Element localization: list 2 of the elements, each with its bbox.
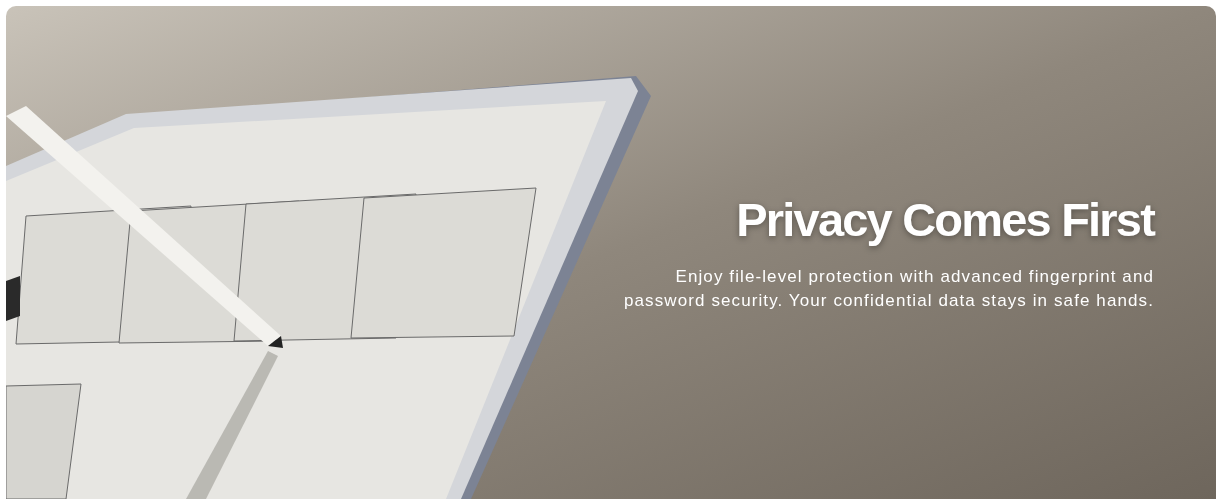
banner-description: Enjoy file-level protection with advanced fingerprint and password security. Your confidential data stays in safe hands. [623, 266, 1154, 312]
banner-heading: Privacy Comes First [736, 192, 1154, 247]
